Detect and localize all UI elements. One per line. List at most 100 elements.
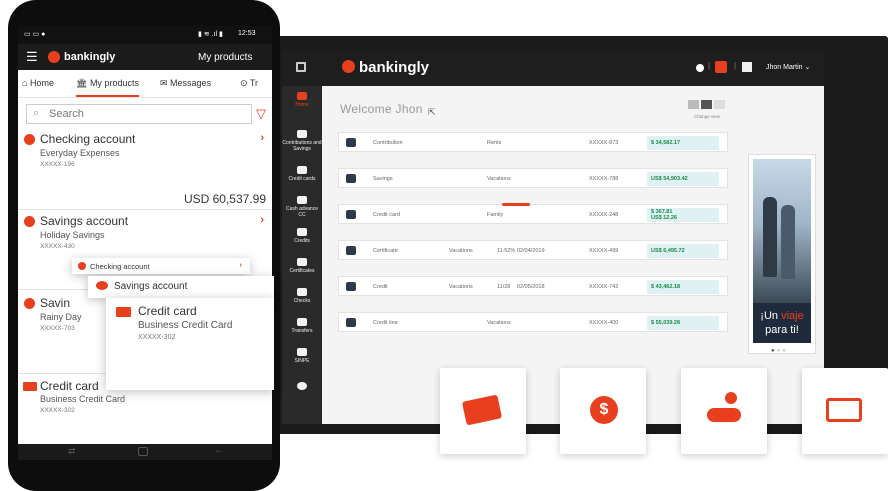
- mobile-screen: ▭ ▭ ● ▮ ≋ .ıl ▮ 12:53 ☰ bankingly My pro…: [18, 26, 272, 460]
- settings-icon[interactable]: [696, 64, 704, 72]
- divider: |: [734, 61, 737, 70]
- change-view-toggle[interactable]: [688, 100, 728, 112]
- tile-currency-exchange[interactable]: $: [560, 368, 646, 454]
- table-view-icon[interactable]: [701, 100, 712, 109]
- user-name[interactable]: Jhon Martin ⌄: [766, 63, 810, 71]
- account-type: Certificate: [373, 248, 398, 254]
- account-balance: USD 60,537.99: [183, 192, 266, 206]
- account-number: XXXXX-196: [40, 161, 75, 168]
- currency-exchange-icon: $: [590, 396, 618, 424]
- account-amount: US$ 54,903.42: [647, 172, 719, 186]
- messages-icon[interactable]: [715, 61, 727, 73]
- account-row[interactable]: Credit card Family XXXXX-248 $ 367.81 US$ 12…: [338, 204, 728, 224]
- user-avatar-icon[interactable]: [742, 62, 752, 72]
- sidebar-item-label: Checks: [293, 298, 311, 304]
- piggy-bank-icon: [24, 216, 35, 227]
- tab-transfers[interactable]: ⊙ Tr: [240, 78, 258, 89]
- mobile-tabs: ⌂ Home 🏛 My products ✉ Messages ⊙ Tr: [18, 70, 272, 98]
- tile-coin-hand[interactable]: [681, 368, 767, 454]
- person-figure: [781, 205, 795, 279]
- coin-icon: [725, 392, 737, 404]
- piggy-bank-icon: [24, 298, 35, 309]
- account-row[interactable]: Contribution Rents XXXXX-873 $ 34,582.17: [338, 132, 728, 152]
- grid-view-icon[interactable]: [714, 100, 725, 109]
- popup-label: Checking account: [90, 262, 150, 271]
- promo-banner[interactable]: ¡Un viaje para ti! ●●●: [748, 154, 816, 354]
- popup-savings[interactable]: Savings account: [88, 276, 274, 298]
- account-type-icon: [346, 210, 356, 219]
- sidebar-item[interactable]: Credit cards: [282, 166, 322, 182]
- account-description: Vacations: [449, 248, 473, 254]
- credits-icon: [297, 228, 307, 236]
- popup-credit-card[interactable]: Credit card Business Credit Card XXXXX-3…: [106, 298, 274, 390]
- account-row[interactable]: Credit line Vacations XXXXX-400 $ 55,039.28: [338, 312, 728, 332]
- tile-cash-stack[interactable]: [802, 368, 888, 454]
- sidebar-item[interactable]: Credits: [282, 228, 322, 244]
- sidebar-item[interactable]: Contributions and Savings: [282, 130, 322, 152]
- home-nav-icon[interactable]: [138, 447, 148, 456]
- account-type: Contribution: [373, 140, 403, 146]
- list-view-icon[interactable]: [688, 100, 699, 109]
- tab-home[interactable]: ⌂ Home: [22, 78, 54, 88]
- sidebar-item-label: Cash advance CC: [286, 206, 318, 218]
- tab-messages[interactable]: ✉ Messages: [160, 78, 211, 89]
- sidebar-item[interactable]: Certificates: [282, 258, 322, 274]
- account-amount: $ 367.81 US$ 12.26: [647, 208, 719, 222]
- chevron-right-icon: ›: [260, 214, 264, 226]
- carousel-dots[interactable]: ●●●: [771, 348, 788, 354]
- account-type-icon: [346, 318, 356, 327]
- sidebar-item[interactable]: Transfers: [282, 318, 322, 334]
- popup-title: Credit card: [138, 304, 197, 318]
- account-row[interactable]: Certificate Vacations 11.52% 02/04/2019 XXXX…: [338, 240, 728, 260]
- sidebar-item[interactable]: Cash advance CC: [282, 196, 322, 218]
- signal-icons: ▮ ≋ .ıl ▮: [198, 31, 223, 38]
- account-amount: $ 43,462.18: [647, 280, 719, 294]
- cursor-icon: ⇱: [428, 107, 436, 117]
- certificate-icon: [297, 258, 307, 266]
- popup-checking[interactable]: Checking account ›: [72, 258, 250, 274]
- brand-name: bankingly: [359, 59, 430, 76]
- account-rate: 11/28: [497, 284, 511, 290]
- account-number: XXXXX-430: [40, 243, 75, 250]
- tooltip-pointer: [502, 203, 530, 206]
- account-row[interactable]: Credit Vacations 11/28 02/05/2018 XXXXX-742 $…: [338, 276, 728, 296]
- check-icon: [297, 288, 307, 296]
- sidebar-item[interactable]: Home: [282, 92, 322, 108]
- travel-photo: [753, 159, 811, 303]
- search-input[interactable]: ⌕ Search: [26, 104, 252, 124]
- account-checking[interactable]: Checking account Everyday Expenses XXXXX…: [18, 128, 272, 210]
- dollar-icon: [78, 262, 86, 270]
- brand-logo-icon: [342, 60, 355, 73]
- bank-icon: [297, 130, 307, 138]
- sidebar-item-more[interactable]: [282, 382, 322, 392]
- menu-toggle-icon[interactable]: [296, 62, 306, 72]
- sidebar-item-label: Home: [295, 102, 309, 108]
- account-row[interactable]: Savings Vacations XXXXX-788 US$ 54,903.42: [338, 168, 728, 188]
- chevron-right-icon: ›: [239, 260, 243, 269]
- account-description: Family: [487, 212, 504, 218]
- desktop-sidebar: Home Contributions and Savings Credit card…: [282, 86, 322, 424]
- hamburger-menu-icon[interactable]: ☰: [26, 49, 38, 65]
- account-amount: $ 55,039.28: [647, 316, 719, 330]
- recent-nav-icon[interactable]: ←: [214, 445, 224, 456]
- sidebar-item[interactable]: Checks: [282, 288, 322, 304]
- account-subtitle: Everyday Expenses: [40, 148, 120, 158]
- back-nav-icon[interactable]: ⇄: [68, 446, 76, 457]
- account-type-icon: [346, 174, 356, 183]
- sidebar-item-label: Contributions and Savings: [282, 140, 322, 152]
- account-title: Savings account: [40, 214, 129, 228]
- notification-icons: ▭ ▭ ●: [24, 31, 46, 38]
- tab-my-products[interactable]: 🏛 My products: [76, 78, 139, 97]
- search-placeholder: Search: [49, 108, 84, 120]
- tile-card-payment[interactable]: [440, 368, 526, 454]
- popup-number: XXXXX-302: [138, 334, 176, 341]
- cash-icon: [297, 196, 307, 204]
- piggy-bank-icon: [96, 281, 108, 290]
- sidebar-item-label: Credits: [294, 238, 310, 244]
- sidebar-item[interactable]: SINPE: [282, 348, 322, 364]
- account-description: Vacations: [487, 320, 511, 326]
- transfer-icon: [297, 318, 307, 326]
- filter-icon[interactable]: ▽: [256, 106, 266, 122]
- account-number: XXXXX-703: [40, 325, 75, 332]
- account-title: Savin: [40, 296, 71, 310]
